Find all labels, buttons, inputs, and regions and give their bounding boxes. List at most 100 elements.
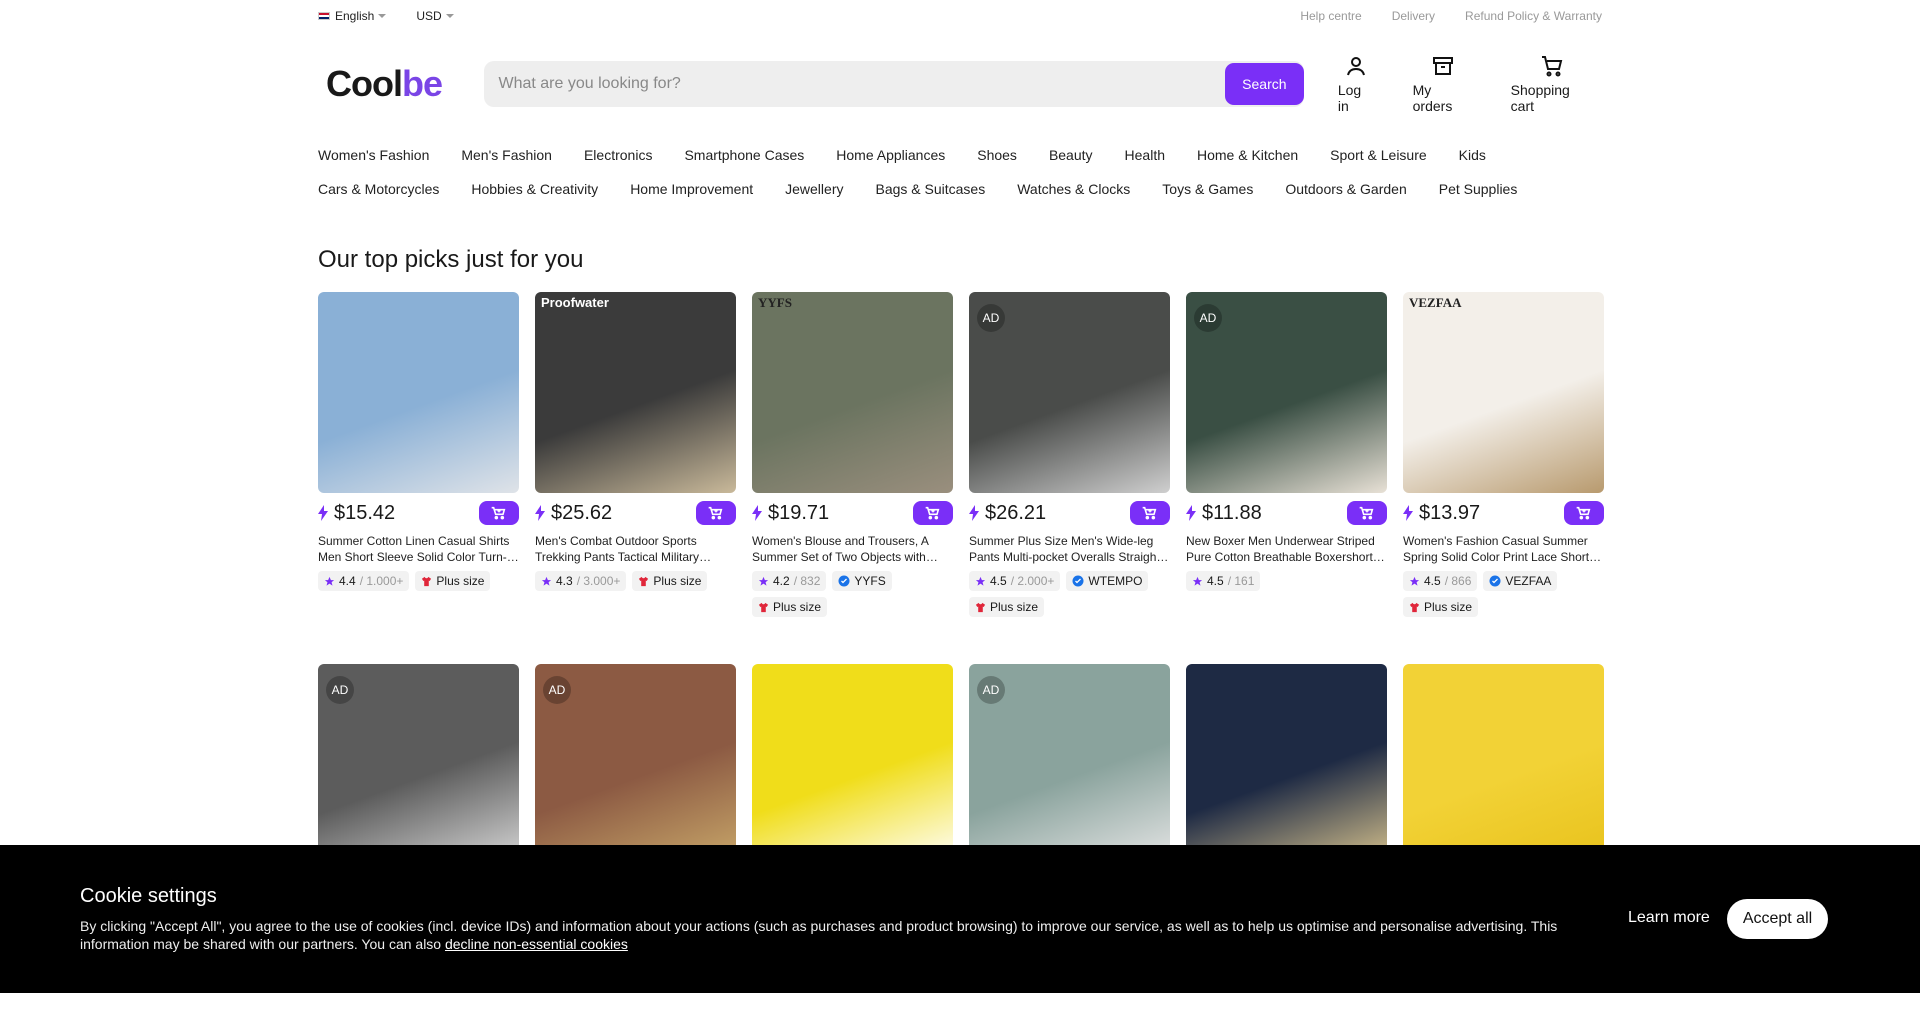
search-input[interactable] [498, 75, 1199, 93]
ad-badge: AD [543, 676, 571, 704]
decline-cookies-link[interactable]: decline non-essential cookies [445, 936, 628, 952]
product-tags: 4.2/ 832 YYFS Plus size [752, 571, 953, 617]
price-row: $11.88 [1186, 493, 1387, 533]
category-link[interactable]: Home Appliances [836, 147, 945, 163]
category-link[interactable]: Women's Fashion [318, 147, 429, 163]
category-link[interactable]: Watches & Clocks [1017, 181, 1130, 197]
product-image[interactable] [1403, 664, 1604, 865]
product-title[interactable]: Summer Plus Size Men's Wide-leg Pants Mu… [969, 533, 1170, 565]
category-link[interactable]: Men's Fashion [461, 147, 552, 163]
add-to-cart-button[interactable] [479, 501, 519, 525]
cart-icon [1542, 56, 1563, 77]
add-to-cart-button[interactable] [696, 501, 736, 525]
cookie-title: Cookie settings [80, 885, 217, 907]
product-image[interactable]: Proofwater [535, 292, 736, 493]
product-price: $13.97 [1419, 501, 1481, 524]
category-link[interactable]: Pet Supplies [1439, 181, 1518, 197]
rating-value: 4.4 [339, 574, 356, 588]
logo-text: Cool [326, 63, 403, 104]
language-selector[interactable]: English [318, 9, 387, 23]
category-link[interactable]: Kids [1459, 147, 1486, 163]
ad-badge: AD [977, 304, 1005, 332]
help-centre-link[interactable]: Help centre [1300, 9, 1361, 23]
product-image[interactable]: AD [969, 292, 1170, 493]
product-title[interactable]: Women's Fashion Casual Summer Spring Sol… [1403, 533, 1604, 565]
add-to-cart-button[interactable] [913, 501, 953, 525]
price-row: $19.71 [752, 493, 953, 533]
product-tags: 4.4/ 1.000+ Plus size [318, 571, 519, 591]
product-card[interactable]: YYFS $19.71 Women's Blouse and Trousers, A… [752, 292, 953, 642]
category-link[interactable]: Toys & Games [1162, 181, 1253, 197]
cookie-body: By clicking "Accept All", you agree to t… [80, 918, 1558, 952]
add-cart-icon [1142, 506, 1157, 520]
product-card[interactable]: Proofwater $25.62 Men's Combat Outdoor Spo… [535, 292, 736, 642]
plus-size-label: Plus size [773, 600, 822, 614]
category-link[interactable]: Cars & Motorcycles [318, 181, 439, 197]
rating-value: 4.5 [990, 574, 1007, 588]
shopping-cart-button[interactable]: Shopping cart [1503, 54, 1602, 114]
category-link[interactable]: Bags & Suitcases [875, 181, 985, 197]
rating-value: 4.5 [1207, 574, 1224, 588]
product-image[interactable] [1186, 664, 1387, 865]
product-price: $15.42 [334, 501, 396, 524]
category-link[interactable]: Electronics [584, 147, 652, 163]
plus-size-label: Plus size [1424, 600, 1473, 614]
ad-badge: AD [977, 676, 1005, 704]
learn-more-button[interactable]: Learn more [1628, 909, 1710, 927]
product-title[interactable]: Summer Cotton Linen Casual Shirts Men Sh… [318, 533, 519, 565]
category-link[interactable]: Home & Kitchen [1197, 147, 1298, 163]
search-button[interactable]: Search [1224, 63, 1304, 105]
rating-count: / 2.000+ [1010, 574, 1055, 588]
category-link[interactable]: Sport & Leisure [1330, 147, 1427, 163]
product-image[interactable]: AD [318, 664, 519, 865]
product-card[interactable]: VEZFAA $13.97 Women's Fashion Casual Summe… [1403, 292, 1604, 642]
flash-deal-icon [1186, 505, 1196, 521]
cookie-text: By clicking "Accept All", you agree to t… [80, 917, 1580, 953]
category-link[interactable]: Health [1125, 147, 1165, 163]
product-image[interactable]: AD [1186, 292, 1387, 493]
category-link[interactable]: Outdoors & Garden [1285, 181, 1406, 197]
verified-icon [1072, 575, 1084, 587]
star-icon [758, 576, 769, 586]
add-to-cart-button[interactable] [1347, 501, 1387, 525]
logo-text-accent: be [401, 63, 443, 104]
login-button[interactable]: Log in [1330, 54, 1383, 114]
brand-name: WTEMPO [1088, 574, 1143, 588]
my-orders-button[interactable]: My orders [1405, 54, 1481, 114]
refund-policy-link[interactable]: Refund Policy & Warranty [1465, 9, 1602, 23]
product-image[interactable] [318, 292, 519, 493]
star-icon [324, 576, 335, 586]
product-image[interactable]: VEZFAA [1403, 292, 1604, 493]
product-card[interactable]: AD $11.88 New Boxer Men Underwear Striped … [1186, 292, 1387, 642]
brand-badge: YYFS [832, 571, 892, 591]
delivery-link[interactable]: Delivery [1392, 9, 1435, 23]
product-image[interactable]: YYFS [752, 292, 953, 493]
logo[interactable]: Coolbe [326, 63, 470, 105]
add-to-cart-button[interactable] [1130, 501, 1170, 525]
category-link[interactable]: Beauty [1049, 147, 1093, 163]
currency-selector[interactable]: USD [416, 9, 454, 23]
currency-label: USD [416, 9, 442, 23]
product-card[interactable]: AD $26.21 Summer Plus Size Men's Wide-leg … [969, 292, 1170, 642]
category-link[interactable]: Hobbies & Creativity [471, 181, 598, 197]
product-title[interactable]: New Boxer Men Underwear Striped Pure Cot… [1186, 533, 1387, 565]
plus-size-badge: Plus size [1403, 597, 1479, 617]
product-image[interactable]: AD [969, 664, 1170, 865]
product-image[interactable]: AD [535, 664, 736, 865]
shirt-icon [758, 602, 769, 612]
product-title[interactable]: Women's Blouse and Trousers, A Summer Se… [752, 533, 953, 565]
category-link[interactable]: Shoes [977, 147, 1017, 163]
product-card[interactable]: $15.42 Summer Cotton Linen Casual Shirts … [318, 292, 519, 642]
product-image[interactable] [752, 664, 953, 865]
product-title[interactable]: Men's Combat Outdoor Sports Trekking Pan… [535, 533, 736, 565]
category-link[interactable]: Jewellery [785, 181, 843, 197]
product-tags: 4.5/ 161 [1186, 571, 1387, 591]
add-cart-icon [1359, 506, 1374, 520]
add-to-cart-button[interactable] [1564, 501, 1604, 525]
category-link[interactable]: Smartphone Cases [684, 147, 804, 163]
verified-icon [838, 575, 850, 587]
uk-flag-icon [318, 12, 330, 20]
accept-all-button[interactable]: Accept all [1727, 899, 1828, 939]
product-price: $25.62 [551, 501, 613, 524]
category-link[interactable]: Home Improvement [630, 181, 753, 197]
